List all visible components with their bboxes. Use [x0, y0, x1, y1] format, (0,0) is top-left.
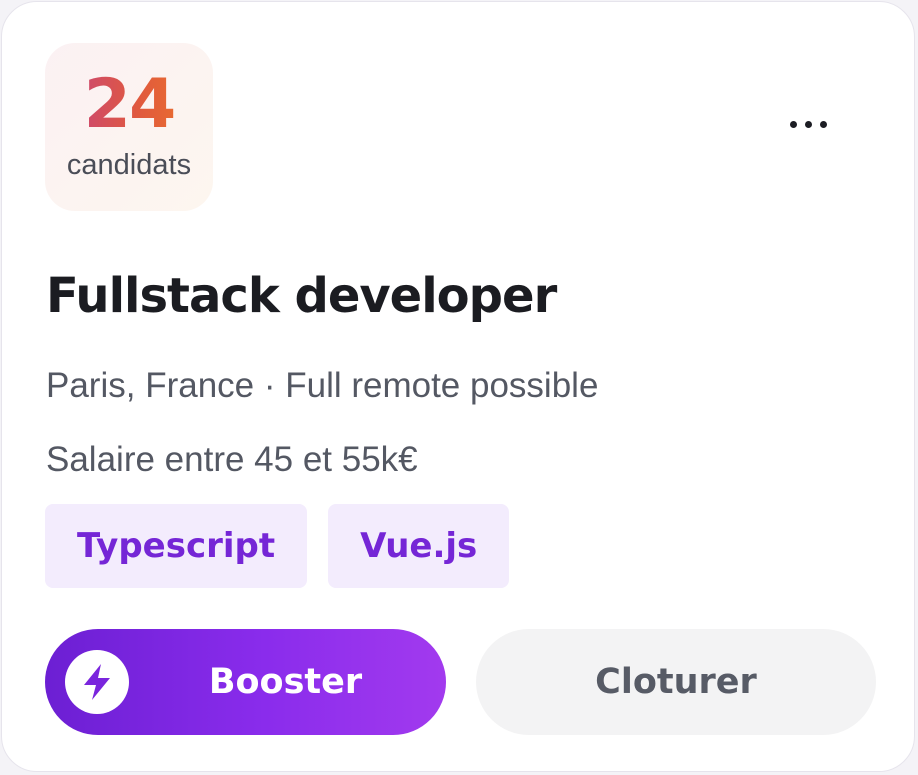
- candidate-count-label: candidats: [66, 149, 192, 181]
- lightning-bolt-icon-glyph: [84, 664, 110, 700]
- more-horizontal-icon: [789, 120, 797, 128]
- job-location: Paris, France · Full remote possible: [46, 366, 599, 405]
- more-options-button[interactable]: [770, 99, 846, 149]
- candidate-count: 24: [45, 65, 213, 145]
- more-horizontal-icon: [819, 120, 827, 128]
- lightning-bolt-icon: [65, 650, 129, 714]
- candidate-count-badge: 24 candidats: [45, 43, 213, 211]
- job-title: Fullstack developer: [46, 268, 557, 324]
- close-offer-button[interactable]: Cloturer: [476, 629, 876, 735]
- skill-tag-typescript[interactable]: Typescript: [45, 504, 308, 588]
- job-salary: Salaire entre 45 et 55k€: [46, 440, 418, 479]
- more-horizontal-icon: [804, 120, 812, 128]
- skill-tags: Typescript Vue.js: [45, 504, 510, 588]
- booster-button-label: Booster: [208, 662, 363, 702]
- job-offer-card: 24 candidats Fullstack developer Paris, …: [1, 1, 915, 772]
- skill-tag-vuejs[interactable]: Vue.js: [328, 504, 510, 588]
- booster-button[interactable]: Booster: [45, 629, 446, 735]
